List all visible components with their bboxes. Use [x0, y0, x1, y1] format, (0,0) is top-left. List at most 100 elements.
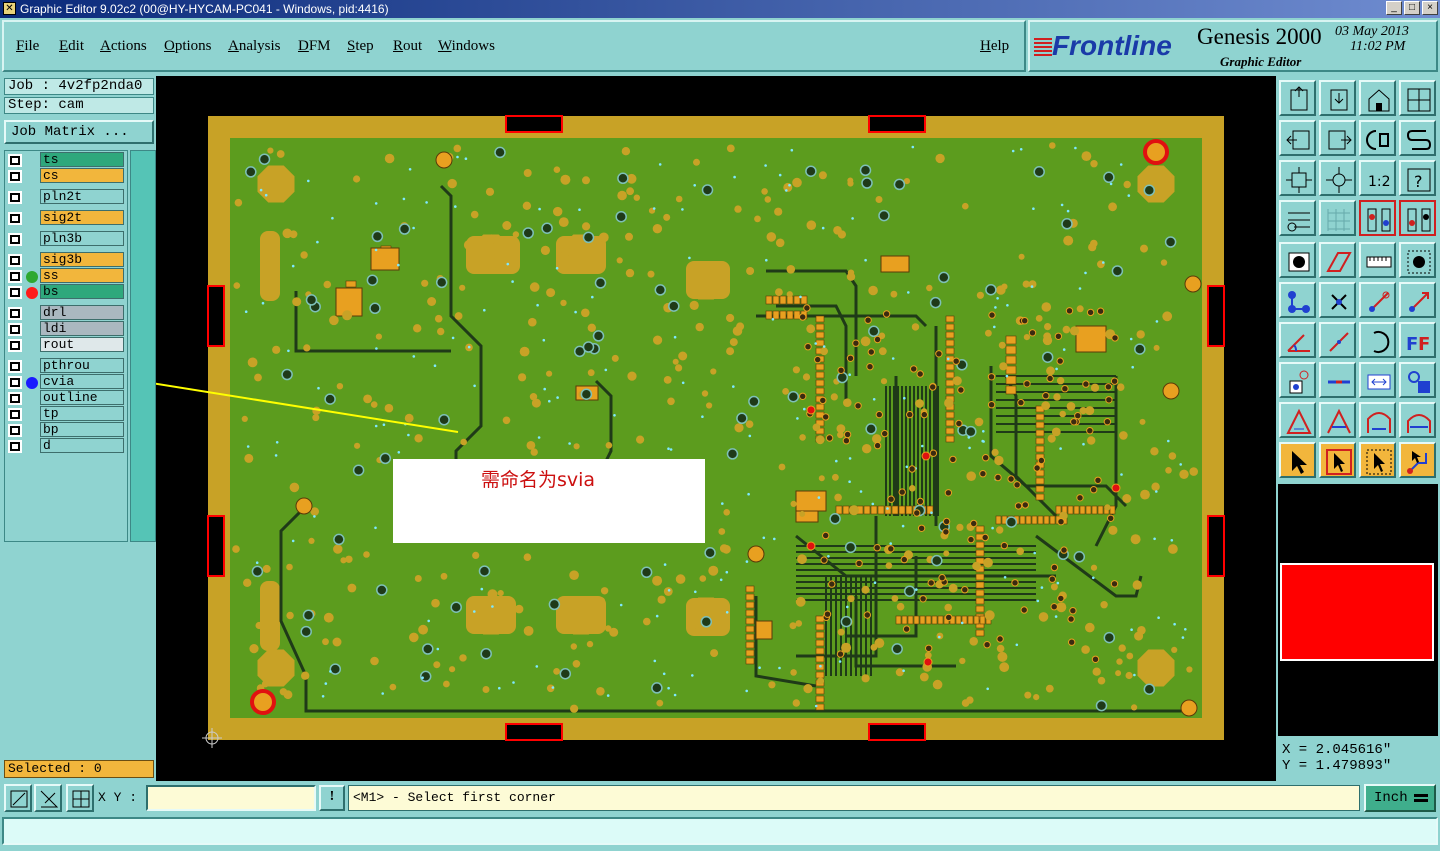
snake-button[interactable]: [1399, 120, 1436, 156]
pointer-button[interactable]: [1279, 442, 1316, 478]
layer-work-state[interactable]: [24, 191, 40, 205]
maximize-button[interactable]: □: [1404, 1, 1420, 15]
minus-button[interactable]: [1319, 362, 1356, 398]
layer-work-state[interactable]: [24, 233, 40, 247]
center-button[interactable]: [1319, 160, 1356, 196]
layer-checkbox[interactable]: [8, 376, 22, 389]
layer-work-state[interactable]: [24, 424, 40, 438]
zoom-fit-button[interactable]: [1319, 80, 1356, 116]
layer-work-state[interactable]: [24, 408, 40, 422]
layer-row-cs[interactable]: cs: [6, 168, 128, 184]
layer-work-state[interactable]: [24, 376, 40, 390]
layer-checkbox[interactable]: [8, 307, 22, 320]
layer-work-state[interactable]: [24, 360, 40, 374]
layer-work-state[interactable]: [24, 323, 40, 337]
xy-input[interactable]: [146, 785, 316, 811]
layer-checkbox[interactable]: [8, 440, 22, 453]
layer-name[interactable]: ldi: [40, 321, 124, 336]
layer-work-state[interactable]: [24, 254, 40, 268]
layer-list-scrollbar[interactable]: [130, 150, 156, 542]
measure-button[interactable]: [34, 784, 62, 812]
menu-analysis[interactable]: Analysis: [228, 38, 281, 55]
layer-work-state[interactable]: [24, 286, 40, 300]
layer-name[interactable]: sig2t: [40, 210, 124, 225]
menu-dfm[interactable]: DFM: [298, 38, 331, 55]
layer-checkbox[interactable]: [8, 339, 22, 352]
layer-name[interactable]: ss: [40, 268, 124, 283]
layer-checkbox[interactable]: [8, 323, 22, 336]
fit-window-button[interactable]: [1279, 160, 1316, 196]
record-button[interactable]: [1399, 242, 1436, 278]
feature-info-button[interactable]: [1279, 242, 1316, 278]
layer-name[interactable]: drl: [40, 305, 124, 320]
pad-move-button[interactable]: [1279, 362, 1316, 398]
menu-step[interactable]: Step: [347, 38, 374, 55]
menu-edit[interactable]: Edit: [59, 38, 84, 55]
arc-button[interactable]: [1359, 322, 1396, 358]
angle-button[interactable]: [1279, 322, 1316, 358]
triangle-filled-button[interactable]: [1319, 402, 1356, 438]
layer-checkbox[interactable]: [8, 170, 22, 183]
layer-checkbox[interactable]: [8, 233, 22, 246]
layer-checkbox[interactable]: [8, 286, 22, 299]
layer-name[interactable]: pln3b: [40, 231, 124, 246]
route-button[interactable]: [1399, 442, 1436, 478]
pan-right-button[interactable]: [1319, 120, 1356, 156]
layer-compare-button[interactable]: [1359, 200, 1396, 236]
layer-checkbox[interactable]: [8, 191, 22, 204]
layer-checkbox[interactable]: [8, 212, 22, 225]
polygon-button[interactable]: [1319, 242, 1356, 278]
close-button[interactable]: ×: [1422, 1, 1438, 15]
ff-text-button[interactable]: FF: [1399, 322, 1436, 358]
zoom-home-button[interactable]: [1279, 80, 1316, 116]
layer-work-state[interactable]: [24, 392, 40, 406]
add-arrow-button[interactable]: [1399, 282, 1436, 318]
scale-1to2-button[interactable]: 1:2: [1359, 160, 1396, 196]
minimize-button[interactable]: _: [1386, 1, 1402, 15]
triangle-outline-button[interactable]: [1279, 402, 1316, 438]
layer-row-drl[interactable]: drl: [6, 305, 128, 321]
menu-options[interactable]: Options: [164, 38, 212, 55]
add-line-button[interactable]: [1359, 282, 1396, 318]
pointer-select-button[interactable]: [1319, 442, 1356, 478]
layer-row-pln3b[interactable]: pln3b: [6, 231, 128, 247]
layer-name[interactable]: tp: [40, 406, 124, 421]
menu-file[interactable]: File: [16, 38, 39, 55]
layer-row-ldi[interactable]: ldi: [6, 321, 128, 337]
arch-button[interactable]: [1359, 402, 1396, 438]
layer-work-state[interactable]: [24, 154, 40, 168]
pointer-area-button[interactable]: [1359, 442, 1396, 478]
net-connect-button[interactable]: [1279, 282, 1316, 318]
snap-grid-button[interactable]: [66, 784, 94, 812]
layer-checkbox[interactable]: [8, 154, 22, 167]
layer-row-bs[interactable]: bs: [6, 284, 128, 300]
menu-help[interactable]: Help: [980, 38, 1009, 55]
layer-row-tp[interactable]: tp: [6, 406, 128, 422]
layer-name[interactable]: pln2t: [40, 189, 124, 204]
layer-row-bp[interactable]: bp: [6, 422, 128, 438]
layer-checkbox[interactable]: [8, 270, 22, 283]
units-selector[interactable]: Inch: [1364, 784, 1436, 812]
layer-name[interactable]: pthrou: [40, 358, 124, 373]
zoom-area-button[interactable]: [4, 784, 32, 812]
layer-name[interactable]: d: [40, 438, 124, 453]
cross-select-button[interactable]: [1319, 282, 1356, 318]
home-button[interactable]: [1359, 80, 1396, 116]
layer-name[interactable]: bp: [40, 422, 124, 437]
layer-work-state[interactable]: [24, 212, 40, 226]
layer-name[interactable]: outline: [40, 390, 124, 405]
layer-checkbox[interactable]: [8, 254, 22, 267]
pan-left-button[interactable]: [1279, 120, 1316, 156]
layer-row-sig3b[interactable]: sig3b: [6, 252, 128, 268]
line-slope-button[interactable]: [1319, 322, 1356, 358]
graphic-canvas[interactable]: 需命名为svia: [156, 76, 1276, 781]
layer-row-cvia[interactable]: cvia: [6, 374, 128, 390]
layer-name[interactable]: cvia: [40, 374, 124, 389]
rotate-button[interactable]: [1359, 120, 1396, 156]
pcb-board-view[interactable]: [156, 76, 1276, 781]
layer-work-state[interactable]: [24, 339, 40, 353]
layer-compare-alt-button[interactable]: [1399, 200, 1436, 236]
split-view-button[interactable]: [1399, 80, 1436, 116]
arch-alt-button[interactable]: [1399, 402, 1436, 438]
layer-name[interactable]: bs: [40, 284, 124, 299]
